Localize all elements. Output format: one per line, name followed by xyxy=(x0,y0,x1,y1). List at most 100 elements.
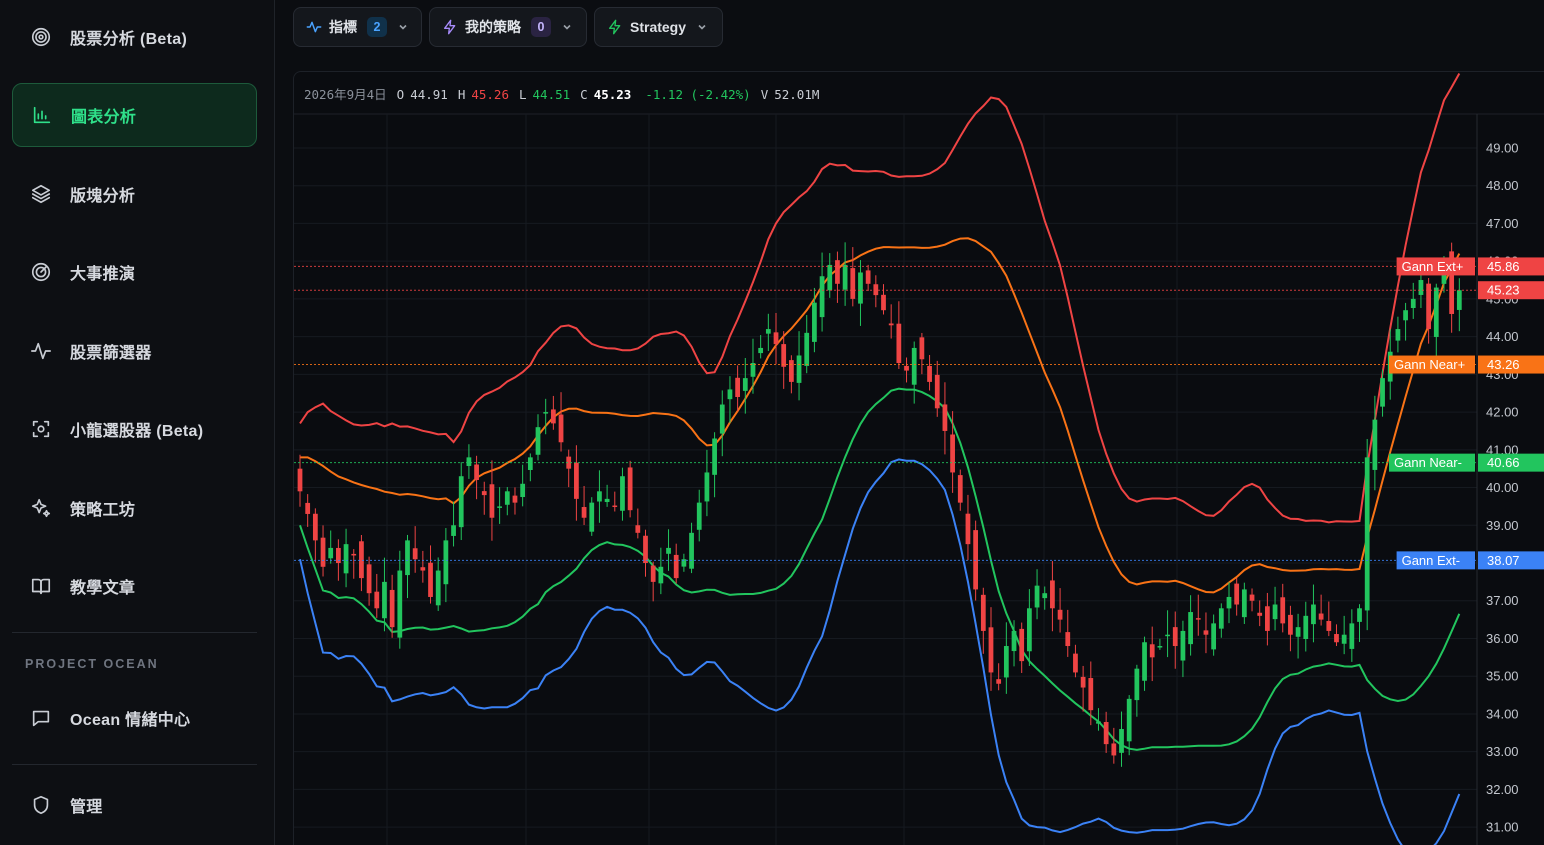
candle-body xyxy=(359,541,364,579)
price-level-label: Gann Near+ xyxy=(1394,357,1465,372)
candlestick-chart[interactable]: 49.0048.0047.0046.0045.0044.0043.0042.00… xyxy=(294,72,1544,845)
sidebar-item-1[interactable]: 股票分析 (Beta) xyxy=(12,5,257,69)
candle-body xyxy=(719,404,725,434)
candle-body xyxy=(1288,614,1293,635)
candle-body xyxy=(612,505,618,508)
candle-body xyxy=(1011,630,1017,652)
candle-body xyxy=(458,476,464,528)
sidebar-item-label: 小龍選股器 (Beta) xyxy=(70,423,204,440)
sidebar-item-label: 股票分析 (Beta) xyxy=(70,31,188,48)
candle-body xyxy=(804,332,810,366)
candle-body xyxy=(827,264,833,291)
price-level-label: Gann Ext- xyxy=(1402,553,1461,568)
y-tick-label: 36.00 xyxy=(1486,631,1519,646)
candle-body xyxy=(1364,457,1370,611)
ohlc-open-label: O xyxy=(396,87,405,102)
pulse-icon xyxy=(306,21,322,33)
gann-ext-plus-line xyxy=(299,73,1461,524)
candle-body xyxy=(1211,623,1217,650)
scan-icon xyxy=(30,418,52,440)
sidebar-item-4[interactable]: 大事推演 xyxy=(12,240,257,304)
chart-panel[interactable]: 49.0048.0047.0046.0045.0044.0043.0042.00… xyxy=(293,71,1544,845)
candle-body xyxy=(742,378,748,391)
candle-body xyxy=(788,360,794,382)
candle-body xyxy=(397,570,403,638)
candle-body xyxy=(558,414,564,443)
candle-body xyxy=(1241,589,1247,618)
candle-body xyxy=(466,457,472,467)
candle-body xyxy=(1334,634,1339,643)
candle-body xyxy=(927,365,932,382)
candle-body xyxy=(520,483,526,498)
candle-body xyxy=(574,462,579,499)
ohlc-date: 2026年9月4日 xyxy=(304,87,387,102)
candle-body xyxy=(550,409,556,424)
candle-body xyxy=(1165,634,1170,637)
candle-body xyxy=(735,377,741,397)
ohlc-open: 44.91 xyxy=(410,87,448,102)
candle-body xyxy=(1111,743,1117,756)
sidebar-item-7[interactable]: 策略工坊 xyxy=(12,476,257,540)
bolt-icon xyxy=(444,19,456,35)
candle-body xyxy=(911,347,917,385)
candle-body xyxy=(1019,628,1025,662)
candle-body xyxy=(919,337,925,360)
candle-body xyxy=(973,530,979,590)
ohlc-low-label: L xyxy=(519,87,527,102)
candle-body xyxy=(858,272,863,304)
indicators-button[interactable]: 指標 2 xyxy=(293,7,422,47)
candle-body xyxy=(351,553,357,556)
candle-body xyxy=(758,347,764,354)
candle-body xyxy=(1318,613,1324,620)
candle-body xyxy=(1303,615,1309,640)
candle-body xyxy=(374,591,380,609)
target-icon xyxy=(30,26,52,48)
y-tick-label: 33.00 xyxy=(1486,744,1519,759)
sidebar-item-ocean[interactable]: Ocean 情緒中心 xyxy=(12,686,257,750)
candle-body xyxy=(535,427,541,455)
sidebar-item-5[interactable]: 股票篩選器 xyxy=(12,319,257,383)
candle-body xyxy=(382,581,387,619)
candle-body xyxy=(1034,585,1040,608)
candle-body xyxy=(1295,627,1301,637)
candle-body xyxy=(405,540,410,576)
indicators-count-badge: 2 xyxy=(367,17,387,37)
candle-body xyxy=(1080,676,1086,688)
my-strategy-button[interactable]: 我的策略 0 xyxy=(429,7,587,47)
candle-body xyxy=(1249,594,1255,601)
sidebar-item-2[interactable]: 圖表分析 xyxy=(12,83,257,147)
candle-body xyxy=(1311,604,1316,625)
sidebar-item-6[interactable]: 小龍選股器 (Beta) xyxy=(12,397,257,461)
sidebar-item-admin[interactable]: 管理 xyxy=(12,773,257,837)
candle-body xyxy=(1103,722,1109,745)
sidebar-item-label: 股票篩選器 xyxy=(70,345,152,362)
candle-body xyxy=(428,562,433,597)
candle-body xyxy=(589,502,595,532)
y-tick-label: 42.00 xyxy=(1486,405,1519,420)
candle-body xyxy=(896,323,902,364)
candle-body xyxy=(727,389,733,400)
candle-body xyxy=(696,502,702,530)
shield-icon xyxy=(30,794,52,816)
candle-body xyxy=(320,537,326,567)
sidebar-item-label: 管理 xyxy=(70,799,103,816)
candle-body xyxy=(704,472,710,502)
candle-body xyxy=(1195,618,1201,620)
candle-body xyxy=(1265,606,1270,631)
candle-body xyxy=(781,344,787,367)
chevron-down-icon xyxy=(698,24,706,30)
indicators-label: 指標 xyxy=(329,19,357,35)
sidebar-item-label: 版塊分析 xyxy=(70,188,136,205)
y-tick-label: 34.00 xyxy=(1486,706,1519,721)
strategy-button[interactable]: Strategy xyxy=(594,7,723,47)
candle-body xyxy=(527,457,533,470)
sidebar-item-3[interactable]: 版塊分析 xyxy=(12,162,257,226)
candle-body xyxy=(942,404,948,431)
y-tick-label: 49.00 xyxy=(1486,140,1519,155)
candle-body xyxy=(435,570,441,606)
price-level-label: Gann Ext+ xyxy=(1402,259,1464,274)
pulse-icon xyxy=(30,340,52,362)
candle-body xyxy=(620,476,625,511)
sidebar-item-8[interactable]: 教學文章 xyxy=(12,554,257,618)
section-label-project-ocean: PROJECT OCEAN xyxy=(25,657,159,671)
